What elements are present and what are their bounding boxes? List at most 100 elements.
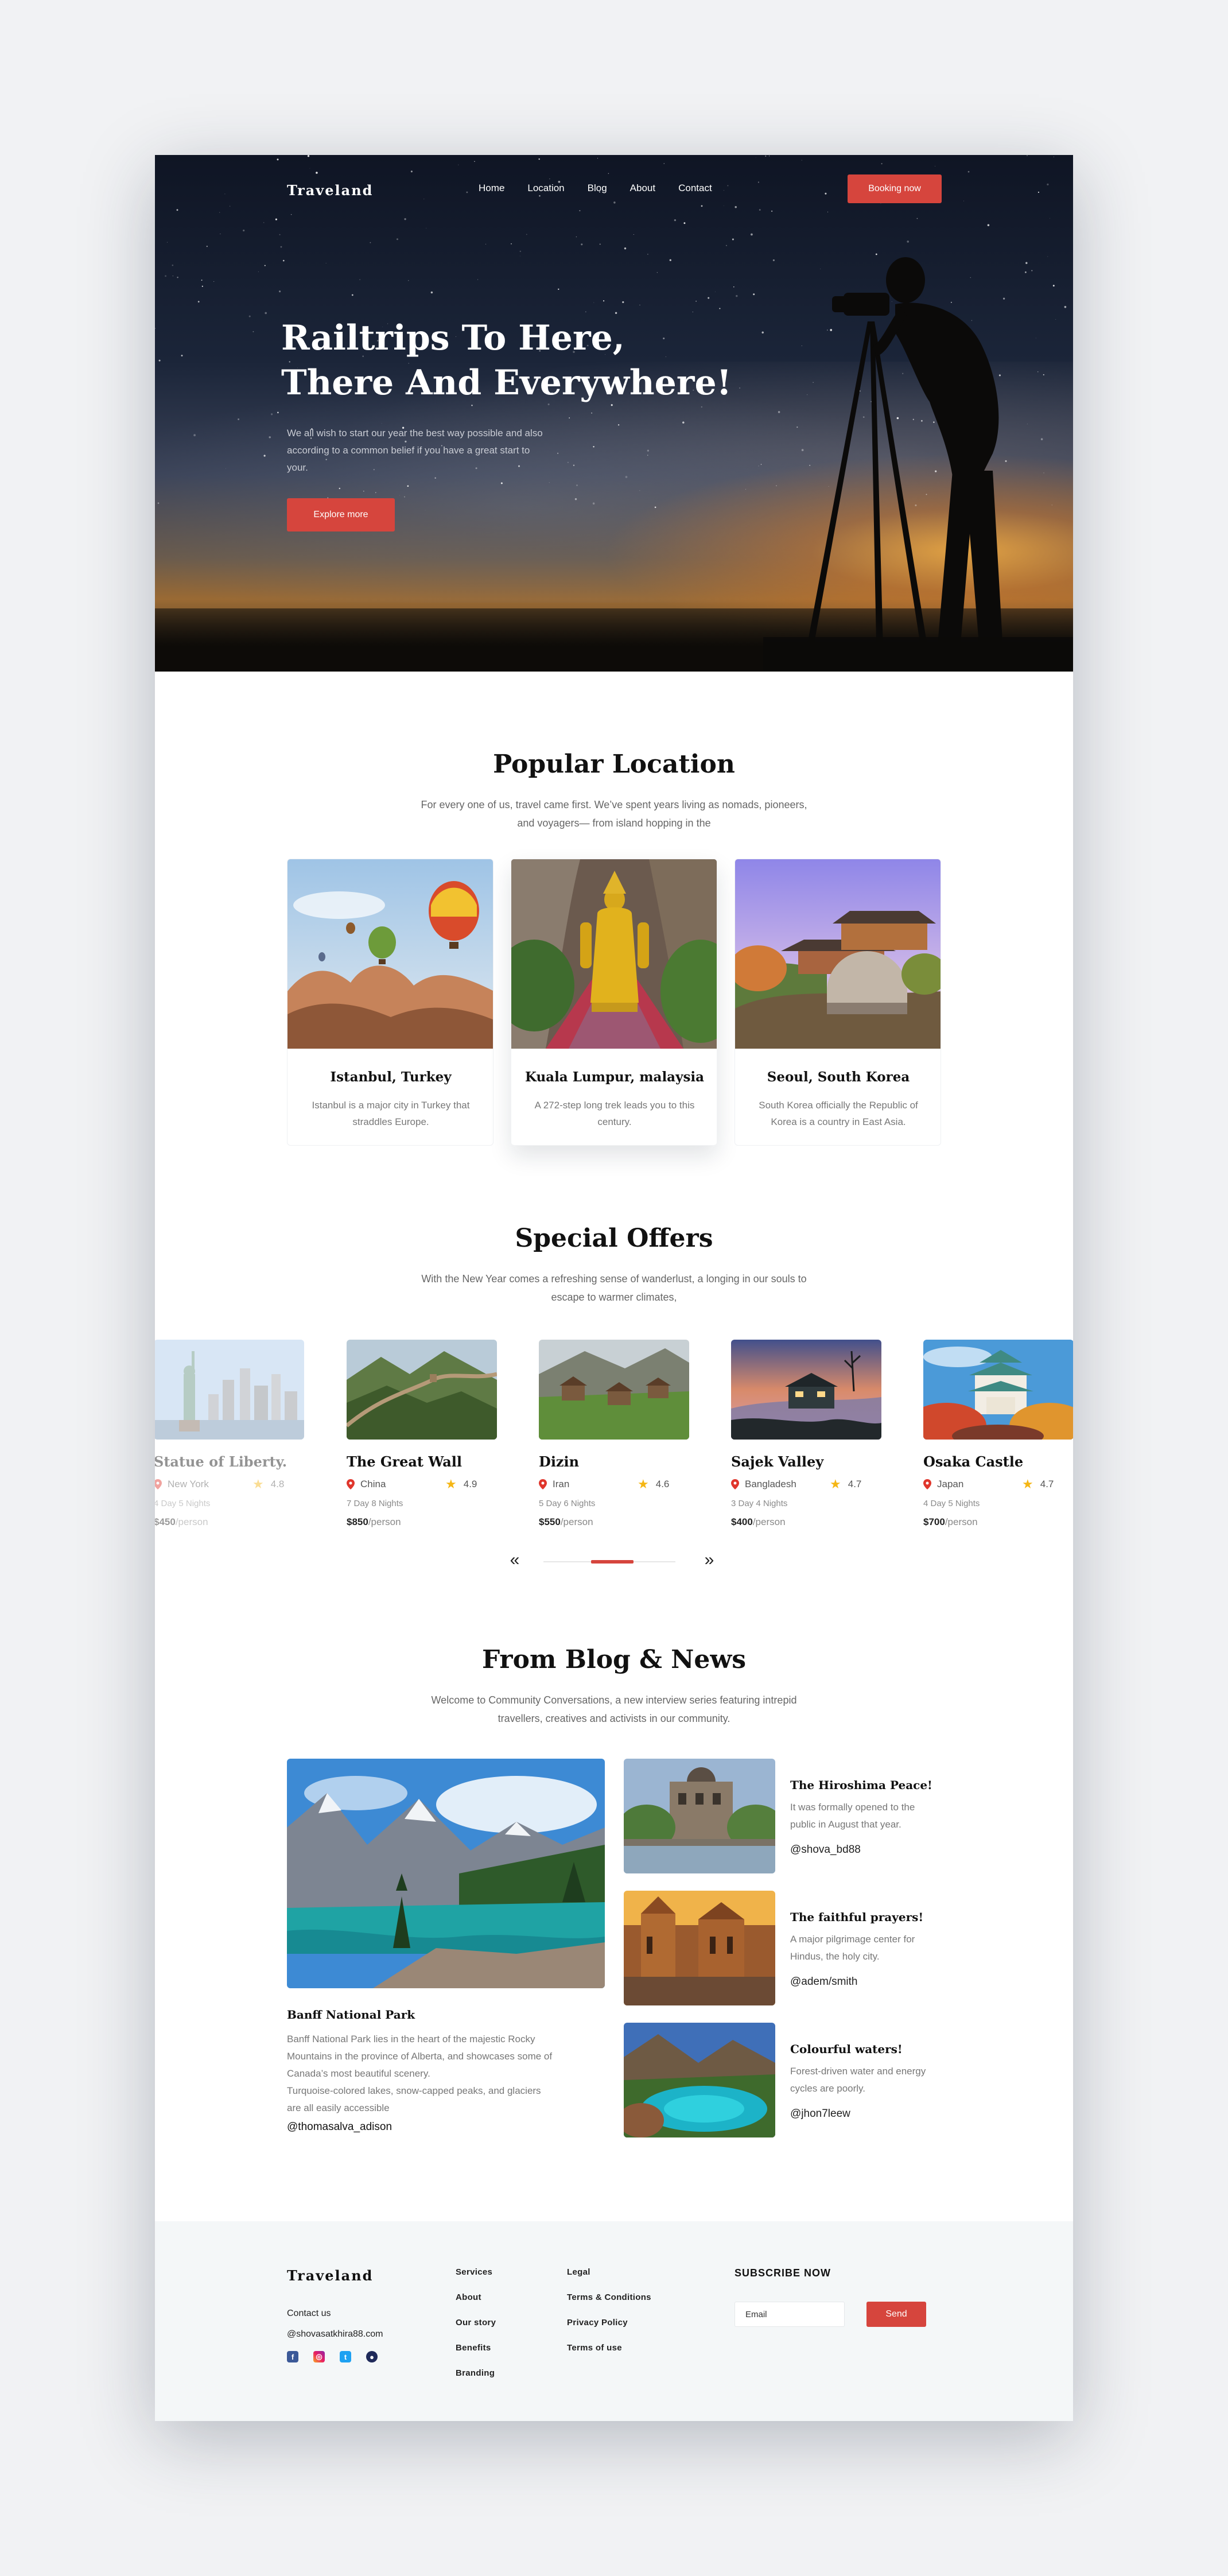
location-name: Seoul, South Korea — [767, 1069, 910, 1085]
offer-card[interactable]: Dizin Iran ★ 4.6 5 Day 6 Nights $550/per… — [539, 1340, 689, 1528]
blog-side-author[interactable]: @adem/smith — [790, 1976, 858, 1988]
offer-card[interactable]: Statue of Liberty. New York ★ 4.8 4 Day … — [155, 1340, 304, 1528]
offer-card[interactable]: Osaka Castle Japan ★ 4.7 4 Day 5 Nights … — [923, 1340, 1073, 1528]
nav-about[interactable]: About — [630, 183, 655, 194]
location-card-seoul[interactable]: Seoul, South Korea South Korea officiall… — [735, 859, 941, 1146]
footer-link-about[interactable]: About — [456, 2292, 496, 2302]
star-icon: ★ — [445, 1477, 457, 1491]
instagram-icon[interactable]: ◎ — [313, 2351, 325, 2362]
slider-thumb[interactable] — [591, 1560, 634, 1564]
logo[interactable]: Traveland — [287, 182, 373, 199]
star-icon: ★ — [1022, 1477, 1033, 1491]
footer-logo[interactable]: Traveland — [287, 2267, 373, 2284]
footer-link-privacy-policy[interactable]: Privacy Policy — [567, 2318, 651, 2327]
location-pin-icon — [155, 1479, 162, 1489]
footer-link-branding[interactable]: Branding — [456, 2368, 496, 2378]
footer-link-legal[interactable]: Legal — [567, 2267, 651, 2277]
blog-main-author[interactable]: @thomasalva_adison — [287, 2121, 392, 2133]
blog-side-author[interactable]: @jhon7leew — [790, 2108, 850, 2120]
blog-side-title[interactable]: Colourful waters! — [790, 2042, 903, 2056]
offer-title: Sajek Valley — [731, 1453, 824, 1470]
subscribe-title: SUBSCRIBE NOW — [735, 2267, 831, 2279]
nav-location[interactable]: Location — [527, 183, 564, 194]
booking-button[interactable]: Booking now — [848, 174, 942, 203]
offers-subtitle: With the New Year comes a refreshing sen… — [421, 1273, 807, 1303]
offer-price-value: $550 — [539, 1516, 561, 1527]
offer-meta: China ★ 4.9 — [347, 1477, 497, 1491]
colourful-waters-image[interactable] — [624, 2023, 775, 2137]
popular-subtitle: For every one of us, travel came first. … — [421, 799, 807, 829]
send-button[interactable]: Send — [866, 2302, 926, 2327]
blog-side-author[interactable]: @shova_bd88 — [790, 1844, 861, 1856]
location-desc: South Korea officially the Republic of K… — [759, 1100, 918, 1127]
star-icon: ★ — [830, 1477, 841, 1491]
offer-price-value: $700 — [923, 1516, 945, 1527]
offer-title: Statue of Liberty. — [155, 1453, 287, 1470]
offer-rating: 4.7 — [848, 1479, 862, 1489]
banff-image[interactable] — [287, 1759, 605, 1988]
footer-link-services[interactable]: Services — [456, 2267, 496, 2277]
blog-side-title[interactable]: The faithful prayers! — [790, 1910, 923, 1924]
istanbul-image — [287, 859, 493, 1049]
footer-link-terms-of-use[interactable]: Terms of use — [567, 2343, 651, 2353]
blog-side-text: A major pilgrimage center for Hindus, th… — [790, 1934, 915, 1962]
footer-link-terms-conditions[interactable]: Terms & Conditions — [567, 2292, 651, 2302]
blog-side-text: Forest-driven water and energy cycles ar… — [790, 2066, 926, 2094]
offer-country: Japan — [937, 1479, 964, 1489]
contact-label: Contact us — [287, 2309, 331, 2318]
twitter-icon[interactable]: t — [340, 2351, 351, 2362]
footer-links-col1: Services About Our story Benefits Brandi… — [456, 2267, 496, 2378]
dizin-image — [539, 1340, 689, 1440]
blog-main-title[interactable]: Banff National Park — [287, 2008, 415, 2022]
offer-price: $700/person — [923, 1516, 1073, 1528]
contact-email[interactable]: @shovasatkhira88.com — [287, 2329, 383, 2340]
offer-price-unit: /person — [752, 1516, 786, 1527]
photographer-silhouette — [763, 257, 1073, 672]
hiroshima-image[interactable] — [624, 1759, 775, 1873]
osaka-castle-image — [923, 1340, 1073, 1440]
offer-card[interactable]: Sajek Valley Bangladesh ★ 4.7 3 Day 4 Ni… — [731, 1340, 881, 1528]
blog-side-title[interactable]: The Hiroshima Peace! — [790, 1778, 932, 1792]
slider-prev-button[interactable]: « — [506, 1551, 523, 1569]
blog-side-text: It was formally opened to the public in … — [790, 1802, 915, 1830]
location-pin-icon — [923, 1479, 931, 1489]
footer-link-benefits[interactable]: Benefits — [456, 2343, 496, 2353]
email-input[interactable] — [735, 2302, 845, 2327]
footer-link-our-story[interactable]: Our story — [456, 2318, 496, 2327]
slider-next-button[interactable]: » — [701, 1551, 718, 1569]
offer-price-unit: /person — [945, 1516, 978, 1527]
offer-nights: 4 Day 5 Nights — [155, 1499, 211, 1508]
offer-price: $400/person — [731, 1516, 881, 1528]
offer-price-unit: /person — [560, 1516, 593, 1527]
offer-price-unit: /person — [368, 1516, 401, 1527]
offer-nights: 4 Day 5 Nights — [923, 1499, 980, 1508]
seoul-image — [735, 859, 941, 1049]
landing-page: Traveland Home Location Blog About Conta… — [155, 155, 1073, 2421]
star-icon: ★ — [252, 1477, 264, 1491]
dribbble-icon[interactable]: ● — [366, 2351, 378, 2362]
footer-links-col2: Legal Terms & Conditions Privacy Policy … — [567, 2267, 651, 2353]
offer-card[interactable]: The Great Wall China ★ 4.9 7 Day 8 Night… — [347, 1340, 497, 1528]
offer-meta: Japan ★ 4.7 — [923, 1477, 1073, 1491]
offer-rating: 4.7 — [1040, 1479, 1054, 1489]
prayers-image[interactable] — [624, 1891, 775, 2005]
statue-of-liberty-image — [155, 1340, 304, 1440]
location-card-kuala-lumpur[interactable]: Kuala Lumpur, malaysia A 272-step long t… — [511, 859, 717, 1146]
offer-country: China — [360, 1479, 386, 1489]
offer-country: Iran — [553, 1479, 570, 1489]
offer-rating: 4.6 — [655, 1479, 670, 1489]
location-pin-icon — [539, 1479, 547, 1489]
facebook-icon[interactable]: f — [287, 2351, 298, 2362]
nav-blog[interactable]: Blog — [588, 183, 607, 194]
location-pin-icon — [347, 1479, 355, 1489]
offer-country: Bangladesh — [745, 1479, 796, 1489]
offer-title: Osaka Castle — [923, 1453, 1024, 1470]
nav-contact[interactable]: Contact — [678, 183, 712, 194]
offer-rating: 4.9 — [463, 1479, 477, 1489]
explore-button[interactable]: Explore more — [287, 498, 395, 532]
nav-home[interactable]: Home — [479, 183, 504, 194]
offer-price-unit: /person — [175, 1516, 208, 1527]
location-pin-icon — [731, 1479, 739, 1489]
offer-meta: Iran ★ 4.6 — [539, 1477, 689, 1491]
location-card-istanbul[interactable]: Istanbul, Turkey Istanbul is a major cit… — [287, 859, 493, 1146]
